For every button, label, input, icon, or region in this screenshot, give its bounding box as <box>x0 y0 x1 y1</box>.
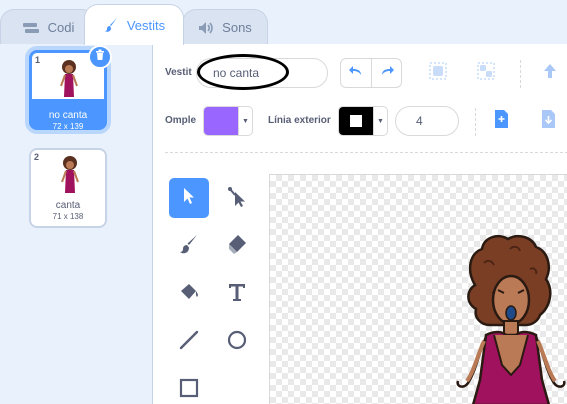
costume-list: 1 no canta 72 x 139 2 canta 71 x 138 <box>0 44 135 404</box>
group-button[interactable] <box>423 58 453 88</box>
ungroup-icon <box>476 61 496 86</box>
arrow-cursor-icon <box>182 187 196 210</box>
select-tool[interactable] <box>169 178 209 218</box>
redo-icon <box>379 64 395 82</box>
toolbar-divider <box>475 108 476 136</box>
forward-button[interactable] <box>535 58 565 88</box>
fill-label: Omple <box>165 115 197 126</box>
undo-redo-group <box>340 58 402 88</box>
fill-color-swatch <box>204 107 238 135</box>
costume-name-input[interactable]: no canta <box>196 58 328 88</box>
costume-number: 2 <box>34 152 40 162</box>
arrow-up-icon <box>541 62 559 85</box>
text-tool[interactable] <box>217 274 257 314</box>
delete-costume-button[interactable] <box>88 45 112 69</box>
costume-name: no canta <box>48 110 88 121</box>
paint-editor-window: Codi Sons Vestits 1 no canta 72 x 139 2 … <box>0 0 567 404</box>
code-blocks-icon <box>22 21 40 35</box>
tab-sounds[interactable]: Sons <box>182 9 268 45</box>
brush-tool[interactable] <box>169 226 209 266</box>
copy-button[interactable] <box>486 106 516 136</box>
costume-name: canta <box>55 200 81 211</box>
paste-icon <box>539 109 557 134</box>
costume-item-2[interactable]: 2 canta 71 x 138 <box>29 148 107 228</box>
fill-color-picker[interactable]: ▼ <box>203 106 253 136</box>
chevron-down-icon: ▼ <box>238 107 252 135</box>
reshape-icon <box>226 185 248 212</box>
reshape-tool[interactable] <box>217 178 257 218</box>
tab-costumes-label: Vestits <box>126 17 166 33</box>
trash-icon <box>94 48 106 66</box>
tab-code-label: Codi <box>47 20 75 35</box>
costume-size: 71 x 138 <box>52 212 84 221</box>
circle-tool[interactable] <box>217 322 257 362</box>
outline-inner-square <box>350 115 362 127</box>
rectangle-tool[interactable] <box>169 370 209 404</box>
outline-color-picker[interactable]: ▼ <box>338 106 388 136</box>
undo-icon <box>348 64 364 82</box>
tab-sounds-label: Sons <box>222 20 252 35</box>
tab-code[interactable]: Codi <box>0 9 96 45</box>
fill-tool[interactable] <box>169 274 209 314</box>
outline-label: Línia exterior <box>268 115 331 126</box>
group-icon <box>428 61 448 86</box>
chevron-down-icon: ▼ <box>373 107 387 135</box>
paintbrush-icon <box>103 17 119 33</box>
text-icon <box>227 282 247 307</box>
line-tool[interactable] <box>169 322 209 362</box>
paste-button[interactable] <box>533 106 563 136</box>
drawing-canvas[interactable] <box>269 174 567 404</box>
outline-color-swatch <box>339 107 373 135</box>
eraser-icon <box>226 233 248 260</box>
costume-thumbnail <box>32 151 104 199</box>
tab-bar: Codi Sons Vestits <box>0 0 567 45</box>
copy-icon <box>492 109 510 134</box>
brush-icon <box>178 233 200 260</box>
costume-name-label: Vestit <box>165 67 192 78</box>
row-divider <box>165 152 567 153</box>
stroke-width-input[interactable]: 4 <box>395 106 459 136</box>
paint-bucket-icon <box>178 281 200 308</box>
costume-size: 72 x 139 <box>52 122 84 131</box>
redo-button[interactable] <box>371 59 401 87</box>
toolbar-divider <box>520 60 521 88</box>
paint-editor: Vestit no canta Omple ▼ Línia exterior ▼… <box>152 44 567 404</box>
eraser-tool[interactable] <box>217 226 257 266</box>
rectangle-icon <box>178 377 200 404</box>
line-icon <box>178 329 200 356</box>
singer-sprite <box>456 235 566 404</box>
costume-item-1[interactable]: 1 no canta 72 x 139 <box>29 45 112 131</box>
circle-icon <box>226 329 248 356</box>
costume-number: 1 <box>35 55 41 65</box>
undo-button[interactable] <box>341 59 371 87</box>
tab-costumes[interactable]: Vestits <box>84 4 184 45</box>
speaker-icon <box>198 21 214 35</box>
ungroup-button[interactable] <box>471 58 501 88</box>
